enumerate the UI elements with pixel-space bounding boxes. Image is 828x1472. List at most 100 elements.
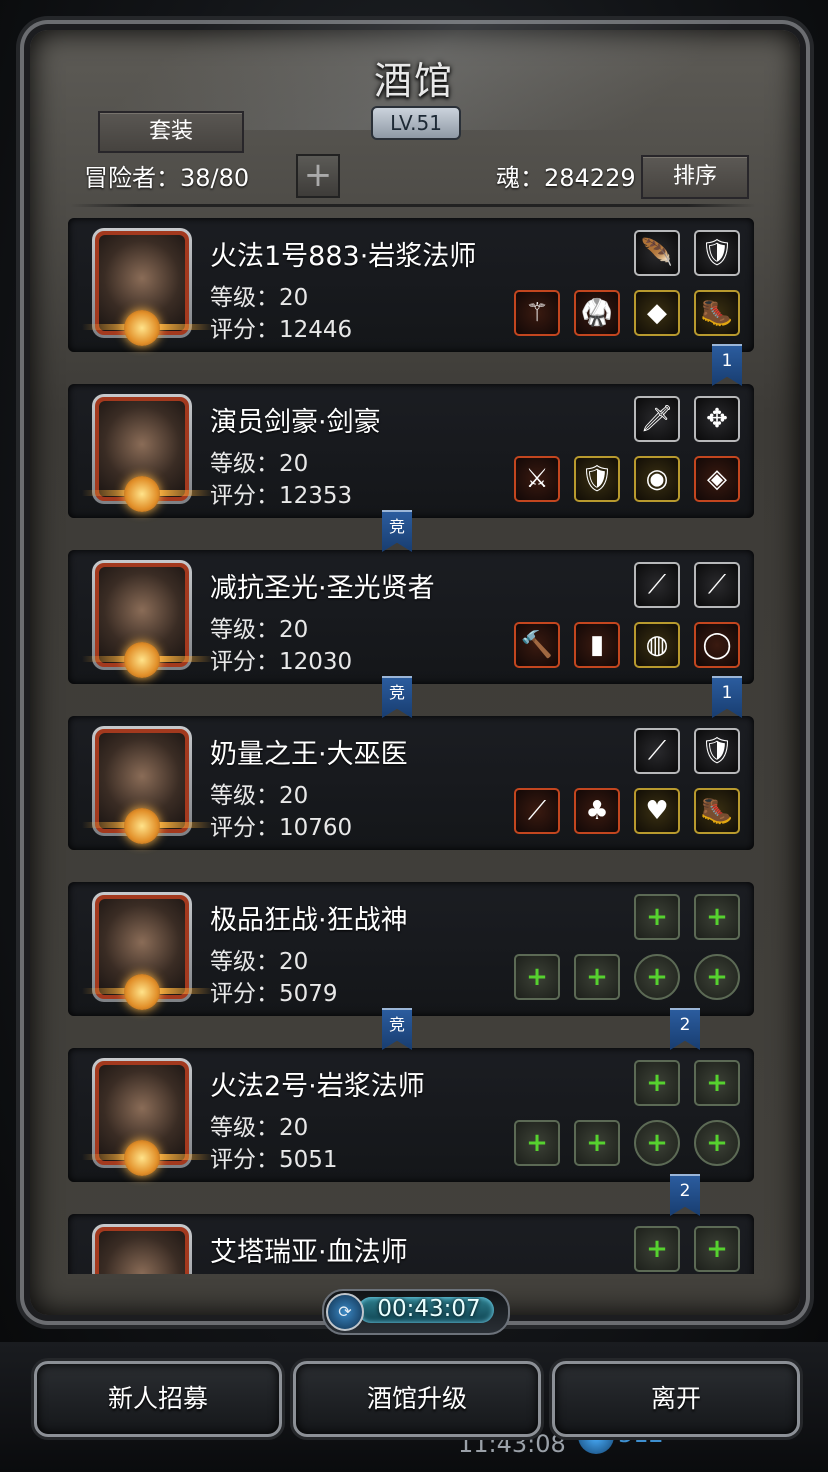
equip-slot-add-accessory-icon[interactable]: +: [634, 1120, 680, 1166]
equip-slot-boots-icon[interactable]: 🥾: [694, 290, 740, 336]
hero-card[interactable]: 艾塔瑞亚·血法师 + +: [68, 1214, 754, 1274]
medal-glow: [154, 1154, 214, 1160]
sort-button[interactable]: 排序: [641, 155, 749, 199]
hero-score: 评分：5051: [210, 1147, 338, 1173]
equip-slot-bow-icon[interactable]: ⟋: [634, 728, 680, 774]
equip-slot-boots-icon[interactable]: 🥾: [694, 788, 740, 834]
hero-name: 减抗圣光·圣光贤者: [210, 573, 435, 604]
equip-slot-plate-armor-icon[interactable]: 🛡: [574, 456, 620, 502]
equip-slot-add-equip-icon[interactable]: +: [694, 894, 740, 940]
hero-card[interactable]: 火法2号·岩浆法师等级：20 评分：5051 + + + + + +: [68, 1048, 754, 1182]
adventurer-count: 冒险者：38/80: [84, 164, 250, 192]
equip-slot-add-armor-icon[interactable]: +: [574, 1120, 620, 1166]
equip-slot-feather-icon[interactable]: 🪶: [634, 230, 680, 276]
equip-slot-amulet-icon[interactable]: ♥: [634, 788, 680, 834]
panel-title: 酒馆: [373, 59, 454, 103]
medal-glow: [154, 490, 214, 496]
leave-button[interactable]: 离开: [552, 1361, 800, 1437]
equip-slot-emerald-icon[interactable]: ◆: [634, 290, 680, 336]
equip-slot-ring-icon[interactable]: ◯: [694, 622, 740, 668]
equip-slot-hammer-icon[interactable]: 🔨: [514, 622, 560, 668]
medal-glow: [154, 988, 214, 994]
hero-name: 火法2号·岩浆法师: [210, 1071, 425, 1102]
equip-slot-wand-icon[interactable]: ⟋: [514, 788, 560, 834]
hero-card[interactable]: 火法1号883·岩浆法师等级：20 评分：12446 🪶 🛡 ⚚ 🥋 ◆ 🥾: [68, 218, 754, 352]
equip-slot-robe-icon[interactable]: ▮: [574, 622, 620, 668]
equip-slot-armor-icon[interactable]: 🛡: [694, 230, 740, 276]
arena-ribbon: 竞: [382, 1008, 412, 1050]
hero-score: 评分：12353: [210, 483, 353, 509]
equip-slot-sword-icon[interactable]: ⚔: [514, 456, 560, 502]
team-ribbon: 1: [712, 344, 742, 386]
team-ribbon: 1: [712, 676, 742, 718]
hero-score: 评分：12446: [210, 317, 353, 343]
rank-medal-icon: [124, 808, 160, 844]
equip-slot-add-weapon-icon[interactable]: +: [514, 1120, 560, 1166]
equip-slot-add-equip-icon[interactable]: +: [694, 1060, 740, 1106]
tavern-level-badge: LV.51: [371, 106, 461, 140]
soul-currency: 魂：284229: [496, 164, 636, 192]
refresh-timer: ⟳ 00:43:07: [322, 1289, 510, 1335]
hero-level: 等级：20: [210, 783, 309, 809]
equip-slot-bow-icon[interactable]: ⟋: [634, 562, 680, 608]
add-adventurer-slot-button[interactable]: +: [296, 154, 340, 198]
hero-score: 评分：5079: [210, 981, 338, 1007]
equip-slot-chest-armor-icon[interactable]: 🥋: [574, 290, 620, 336]
hero-card[interactable]: 减抗圣光·圣光贤者等级：20 评分：12030 ⟋ ⟋ 🔨 ▮ ◍ ◯: [68, 550, 754, 684]
hero-name: 奶量之王·大巫医: [210, 739, 408, 770]
equip-slot-pouch-icon[interactable]: ◉: [634, 456, 680, 502]
hero-card[interactable]: 极品狂战·狂战神 等级：20 评分：5079 + + + + + +: [68, 882, 754, 1016]
medal-glow: [154, 324, 214, 330]
rank-medal-icon: [124, 310, 160, 346]
equip-slot-add-armor-icon[interactable]: +: [574, 954, 620, 1000]
equip-slot-armor-icon[interactable]: 🛡: [694, 728, 740, 774]
hero-level: 等级：20: [210, 451, 309, 477]
equip-slot-add-equip-icon[interactable]: +: [634, 1060, 680, 1106]
arena-ribbon: 竞: [382, 510, 412, 552]
hero-portrait[interactable]: [92, 1224, 192, 1274]
hero-score: 评分：12030: [210, 649, 353, 675]
rank-medal-icon: [124, 1140, 160, 1176]
hero-level: 等级：20: [210, 617, 309, 643]
timer-text: 00:43:07: [377, 1296, 481, 1322]
hero-level: 等级：20: [210, 949, 309, 975]
equip-slot-add-accessory-icon[interactable]: +: [694, 954, 740, 1000]
clock-icon: ⟳: [326, 1293, 364, 1331]
equip-slot-rune-icon[interactable]: ✥: [694, 396, 740, 442]
arena-ribbon: 竞: [382, 676, 412, 718]
team-ribbon: 2: [670, 1174, 700, 1216]
hero-list[interactable]: 火法1号883·岩浆法师 等级：20 评分：12446 🪶 🛡 ⚚ 🥋 ◆ 🥾 演员剑豪·剑豪 等级…: [66, 208, 756, 1274]
team-ribbon: 2: [670, 1008, 700, 1050]
recruit-button[interactable]: 新人招募: [34, 1361, 282, 1437]
hero-name: 演员剑豪·剑豪: [210, 407, 381, 438]
equip-slot-staff-icon[interactable]: ⚚: [514, 290, 560, 336]
equip-slot-lantern-icon[interactable]: ◍: [634, 622, 680, 668]
medal-glow: [154, 822, 214, 828]
hero-card[interactable]: 演员剑豪·剑豪等级：20 评分：12353 🗡 ✥ ⚔ 🛡 ◉ ◈: [68, 384, 754, 518]
equip-slot-add-equip-icon[interactable]: +: [694, 1226, 740, 1272]
equip-slot-add-equip-icon[interactable]: +: [634, 894, 680, 940]
hero-card[interactable]: 奶量之王·大巫医等级：20 评分：10760 ⟋ 🛡 ⟋ ♣ ♥ 🥾: [68, 716, 754, 850]
portrait-frame: [95, 1227, 189, 1274]
header-divider: [70, 204, 756, 207]
equip-slot-bracer-icon[interactable]: ◈: [694, 456, 740, 502]
equip-slot-dagger-icon[interactable]: 🗡: [634, 396, 680, 442]
equip-slot-add-weapon-icon[interactable]: +: [514, 954, 560, 1000]
equip-slot-add-accessory-icon[interactable]: +: [694, 1120, 740, 1166]
hero-score: 评分：10760: [210, 815, 353, 841]
hero-level: 等级：20: [210, 285, 309, 311]
rank-medal-icon: [124, 642, 160, 678]
suit-tab-button[interactable]: 套装: [98, 111, 244, 153]
rank-medal-icon: [124, 476, 160, 512]
equip-slot-add-accessory-icon[interactable]: +: [634, 954, 680, 1000]
medal-glow: [154, 656, 214, 662]
hero-name: 火法1号883·岩浆法师: [210, 241, 477, 272]
hero-level: 等级：20: [210, 1115, 309, 1141]
equip-slot-bow-icon[interactable]: ⟋: [694, 562, 740, 608]
equip-slot-robe-icon[interactable]: ♣: [574, 788, 620, 834]
hero-face-image: [99, 1231, 185, 1274]
rank-medal-icon: [124, 974, 160, 1010]
hero-name: 艾塔瑞亚·血法师: [210, 1237, 408, 1268]
tavern-upgrade-button[interactable]: 酒馆升级: [293, 1361, 541, 1437]
equip-slot-add-equip-icon[interactable]: +: [634, 1226, 680, 1272]
